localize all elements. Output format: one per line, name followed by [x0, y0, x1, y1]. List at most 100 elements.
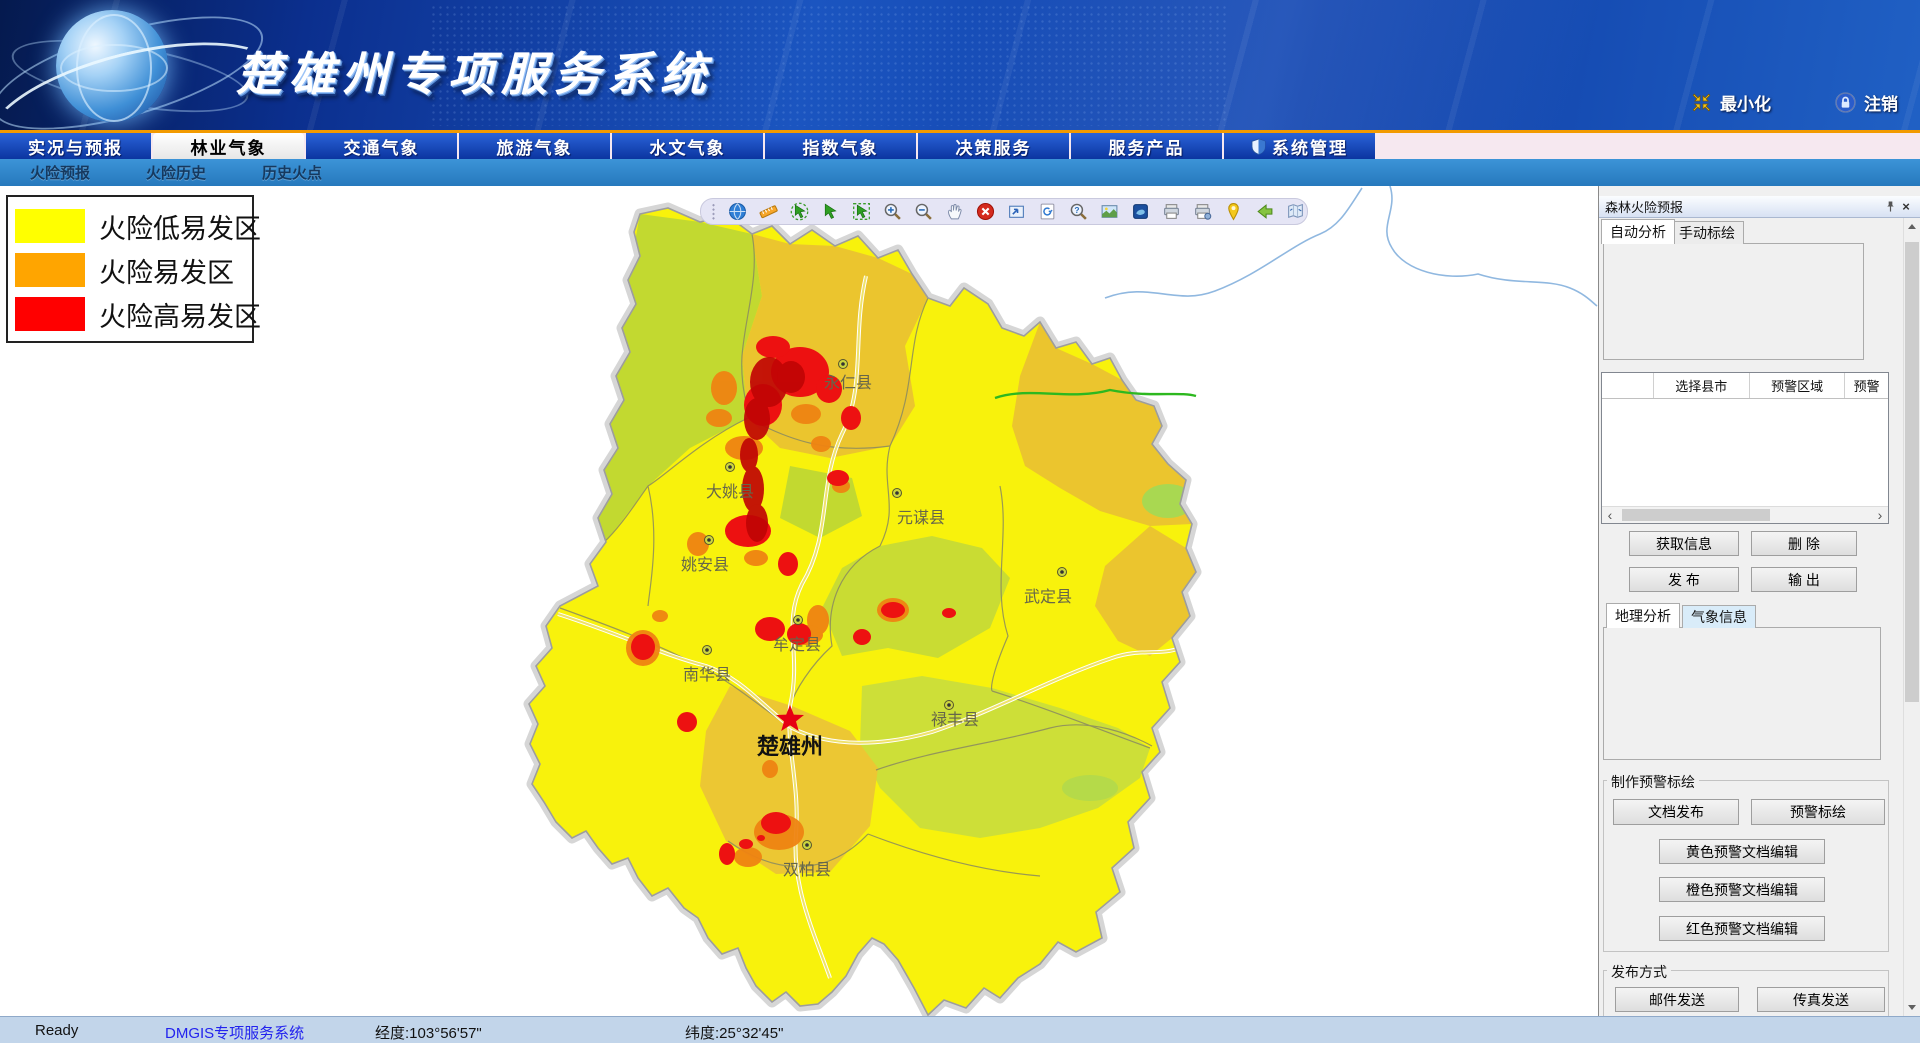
panel-close-icon[interactable]: ×	[1898, 199, 1914, 215]
fax-send-button[interactable]: 传真发送	[1757, 987, 1885, 1012]
sub-nav: 火险预报 火险历史 历史火点	[0, 159, 1920, 186]
column-warning: 预警	[1845, 373, 1888, 398]
publish-button[interactable]: 发 布	[1629, 567, 1739, 592]
select-arrow-icon[interactable]	[821, 202, 840, 221]
tab-hydrology-weather[interactable]: 水文气象	[612, 133, 763, 159]
map-legend: 火险低易发区 火险易发区 火险高易发区	[6, 195, 254, 343]
tab-index-weather[interactable]: 指数气象	[765, 133, 916, 159]
status-longitude: 经度:103°56'57"	[375, 1022, 482, 1043]
tab-service-products[interactable]: 服务产品	[1071, 133, 1222, 159]
county-label: 武定县	[1024, 588, 1072, 606]
full-extent-icon[interactable]	[1007, 202, 1026, 221]
measure-icon[interactable]	[759, 202, 778, 221]
status-system-name: DMGIS专项服务系统	[165, 1022, 304, 1043]
scroll-down-icon[interactable]	[1904, 999, 1920, 1016]
county-label: 大姚县	[706, 483, 754, 501]
get-info-button[interactable]: 获取信息	[1629, 531, 1739, 556]
hscroll-thumb[interactable]	[1622, 509, 1770, 521]
tab-traffic-weather[interactable]: 交通气象	[306, 133, 457, 159]
tab-realtime-forecast[interactable]: 实况与预报	[0, 133, 151, 159]
scroll-left-icon[interactable]: ‹	[1602, 507, 1618, 523]
column-blank	[1602, 373, 1654, 398]
zoom-in-icon[interactable]	[883, 202, 902, 221]
plot-group-label: 制作预警标绘	[1607, 772, 1699, 792]
header-banner: 楚雄州专项服务系统 最小化	[0, 0, 1920, 130]
tab-weather-info[interactable]: 气象信息	[1682, 605, 1756, 628]
minimize-button[interactable]: 最小化	[1691, 90, 1771, 115]
orange-doc-edit-button[interactable]: 橙色预警文档编辑	[1659, 877, 1825, 902]
refresh-icon[interactable]	[1038, 202, 1057, 221]
tab-auto-analysis[interactable]: 自动分析	[1601, 219, 1675, 244]
tab-forestry-weather[interactable]: 林业气象	[153, 133, 304, 159]
red-doc-edit-button[interactable]: 红色预警文档编辑	[1659, 916, 1825, 941]
app-title: 楚雄州专项服务系统	[236, 38, 713, 104]
tab-tourism-weather[interactable]: 旅游气象	[459, 133, 610, 159]
subtab-fire-risk-forecast[interactable]: 火险预报	[30, 162, 90, 183]
column-county: 选择县市	[1654, 373, 1750, 398]
status-latitude: 纬度:25°32'45"	[685, 1022, 783, 1043]
prefecture-label: 楚雄州	[757, 734, 823, 759]
export-button[interactable]: 输 出	[1751, 567, 1857, 592]
auto-analysis-page	[1603, 243, 1864, 360]
panel-title: 森林火险预报	[1605, 197, 1683, 216]
panel-vscrollbar[interactable]	[1903, 218, 1920, 1016]
pin-icon[interactable]	[1224, 202, 1243, 221]
subtab-historical-fire-points[interactable]: 历史火点	[262, 162, 322, 183]
geo-analysis-page	[1603, 627, 1881, 760]
warning-table-header: 选择县市 预警区域 预警	[1602, 373, 1888, 399]
select-lasso-icon[interactable]	[852, 202, 871, 221]
scroll-up-icon[interactable]	[1904, 218, 1920, 235]
back-icon[interactable]	[1255, 202, 1274, 221]
shield-icon	[1251, 138, 1266, 155]
app-window: 楚雄州专项服务系统 最小化	[0, 0, 1920, 1043]
stop-icon[interactable]	[976, 202, 995, 221]
county-label: 元谋县	[897, 509, 945, 527]
county-label: 牟定县	[773, 636, 821, 654]
county-label: 禄丰县	[931, 711, 979, 729]
globe-icon[interactable]	[728, 202, 747, 221]
lock-icon	[1835, 92, 1856, 113]
map-workspace: 永仁县 大姚县 元谋县 姚安县 武定县 牟定县 南华县 禄丰县 双柏县 楚雄州 …	[0, 186, 1920, 1016]
legend-row-low: 火险低易发区	[15, 204, 252, 248]
tab-geo-analysis[interactable]: 地理分析	[1606, 603, 1680, 628]
scroll-right-icon[interactable]: ›	[1872, 507, 1888, 523]
legend-row-medium: 火险易发区	[15, 248, 252, 292]
county-label: 永仁县	[824, 374, 872, 392]
tab-manual-plot[interactable]: 手动标绘	[1670, 221, 1744, 244]
yellow-doc-edit-button[interactable]: 黄色预警文档编辑	[1659, 839, 1825, 864]
select-polygon-icon[interactable]	[790, 202, 809, 221]
table-hscrollbar[interactable]: ‹ ›	[1602, 506, 1888, 523]
tab-system-admin[interactable]: 系统管理	[1224, 133, 1375, 159]
dock-pin-icon[interactable]	[1882, 199, 1898, 215]
svg-text:?: ?	[1074, 205, 1079, 215]
county-label: 南华县	[683, 666, 731, 684]
doc-publish-button[interactable]: 文档发布	[1613, 799, 1739, 825]
print-icon[interactable]	[1162, 202, 1181, 221]
minimize-icon	[1691, 92, 1712, 113]
subtab-fire-risk-history[interactable]: 火险历史	[146, 162, 206, 183]
map-export-icon[interactable]	[1286, 202, 1305, 221]
toolbar-drag-handle[interactable]	[711, 203, 716, 220]
warning-table[interactable]: 选择县市 预警区域 预警 ‹ ›	[1601, 372, 1889, 524]
email-send-button[interactable]: 邮件发送	[1615, 987, 1739, 1012]
panel-title-bar: 森林火险预报 ×	[1599, 196, 1920, 218]
tab-decision-service[interactable]: 决策服务	[918, 133, 1069, 159]
pan-icon[interactable]	[945, 202, 964, 221]
logout-button[interactable]: 注销	[1835, 90, 1898, 115]
main-nav: 实况与预报 林业气象 交通气象 旅游气象 水文气象 指数气象 决策服务 服务产品…	[0, 133, 1920, 159]
zoom-out-icon[interactable]	[914, 202, 933, 221]
legend-swatch-red	[15, 297, 85, 331]
legend-image-icon[interactable]	[1100, 202, 1119, 221]
overview-map-icon[interactable]	[1131, 202, 1150, 221]
delete-button[interactable]: 删 除	[1751, 531, 1857, 556]
warn-plot-button[interactable]: 预警标绘	[1751, 799, 1885, 825]
vscroll-thumb[interactable]	[1905, 242, 1919, 702]
column-region: 预警区域	[1750, 373, 1845, 398]
county-label: 双柏县	[783, 861, 831, 879]
legend-swatch-orange	[15, 253, 85, 287]
legend-swatch-yellow	[15, 209, 85, 243]
print-setup-icon[interactable]	[1193, 202, 1212, 221]
identify-icon[interactable]: ?	[1069, 202, 1088, 221]
forest-fire-panel: 森林火险预报 × 自动分析 手动标绘 预警日期 2023年 6月16日 预警时次…	[1598, 186, 1920, 1016]
status-ready: Ready	[35, 1022, 78, 1039]
